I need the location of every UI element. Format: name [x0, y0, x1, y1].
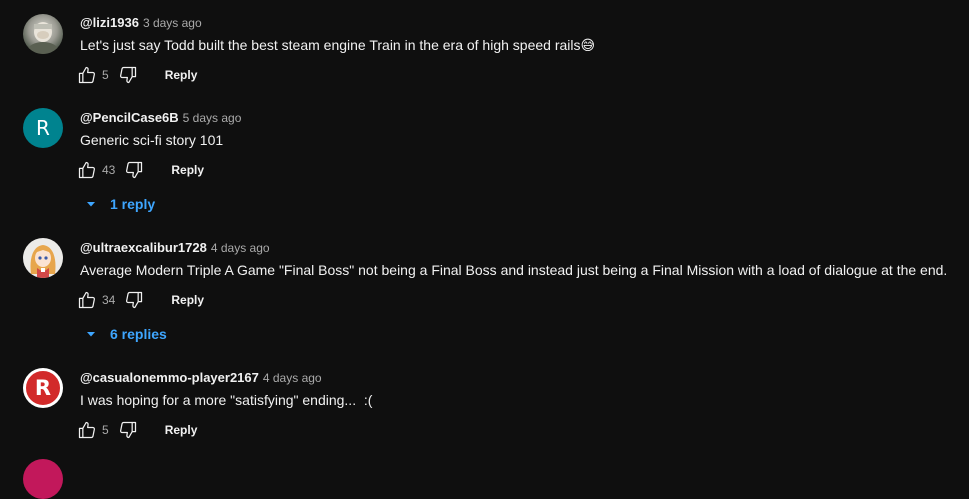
- like-icon[interactable]: [76, 159, 98, 181]
- comment-actions: 34 Reply: [76, 289, 204, 311]
- author-name[interactable]: @lizi1936: [80, 15, 139, 30]
- comment-header: @PencilCase6B 5 days ago: [80, 110, 241, 125]
- avatar[interactable]: R: [23, 368, 63, 408]
- timestamp[interactable]: 4 days ago: [211, 241, 270, 255]
- reply-button[interactable]: Reply: [165, 423, 198, 437]
- timestamp[interactable]: 4 days ago: [263, 371, 322, 385]
- replies-count-label: 1 reply: [110, 196, 156, 212]
- dislike-icon[interactable]: [117, 419, 139, 441]
- author-name[interactable]: @casualonemmo-player2167: [80, 370, 259, 385]
- like-icon[interactable]: [76, 289, 98, 311]
- avatar-letter: R: [34, 376, 52, 400]
- author-name[interactable]: @PencilCase6B: [80, 110, 179, 125]
- view-replies-button[interactable]: 1 reply: [84, 194, 155, 214]
- avatar[interactable]: [23, 459, 63, 499]
- view-replies-button[interactable]: 6 replies: [84, 324, 167, 344]
- comment-header: @casualonemmo-player2167 4 days ago: [80, 370, 322, 385]
- comment-actions: 5 Reply: [76, 64, 197, 86]
- avatar-letter: R: [36, 116, 50, 140]
- like-count: 5: [102, 423, 109, 437]
- like-icon[interactable]: [76, 64, 98, 86]
- chevron-down-icon: [84, 197, 98, 211]
- comment-text: Generic sci-fi story 101: [80, 132, 224, 148]
- reply-button[interactable]: Reply: [171, 293, 204, 307]
- comment-text: I was hoping for a more "satisfying" end…: [80, 392, 373, 408]
- comment-text: Average Modern Triple A Game "Final Boss…: [80, 262, 948, 278]
- comment-text: Let's just say Todd built the best steam…: [80, 37, 596, 53]
- comment-header: @lizi1936 3 days ago: [80, 15, 202, 30]
- replies-count-label: 6 replies: [110, 326, 167, 342]
- timestamp[interactable]: 3 days ago: [143, 16, 202, 30]
- like-count: 43: [102, 163, 116, 177]
- reply-button[interactable]: Reply: [165, 68, 198, 82]
- dislike-icon[interactable]: [123, 159, 145, 181]
- anime-girl-icon: [30, 245, 56, 278]
- user-photo-icon: [28, 22, 58, 54]
- avatar[interactable]: R: [23, 108, 63, 148]
- like-count: 34: [102, 293, 116, 307]
- like-icon[interactable]: [76, 419, 98, 441]
- like-count: 5: [102, 68, 109, 82]
- avatar[interactable]: [23, 238, 63, 278]
- dislike-icon[interactable]: [117, 64, 139, 86]
- comment-actions: 5 Reply: [76, 419, 197, 441]
- chevron-down-icon: [84, 327, 98, 341]
- comment-actions: 43 Reply: [76, 159, 204, 181]
- avatar[interactable]: [23, 14, 63, 54]
- author-name[interactable]: @ultraexcalibur1728: [80, 240, 207, 255]
- dislike-icon[interactable]: [123, 289, 145, 311]
- reply-button[interactable]: Reply: [171, 163, 204, 177]
- comment-header: @ultraexcalibur1728 4 days ago: [80, 240, 270, 255]
- timestamp[interactable]: 5 days ago: [183, 111, 242, 125]
